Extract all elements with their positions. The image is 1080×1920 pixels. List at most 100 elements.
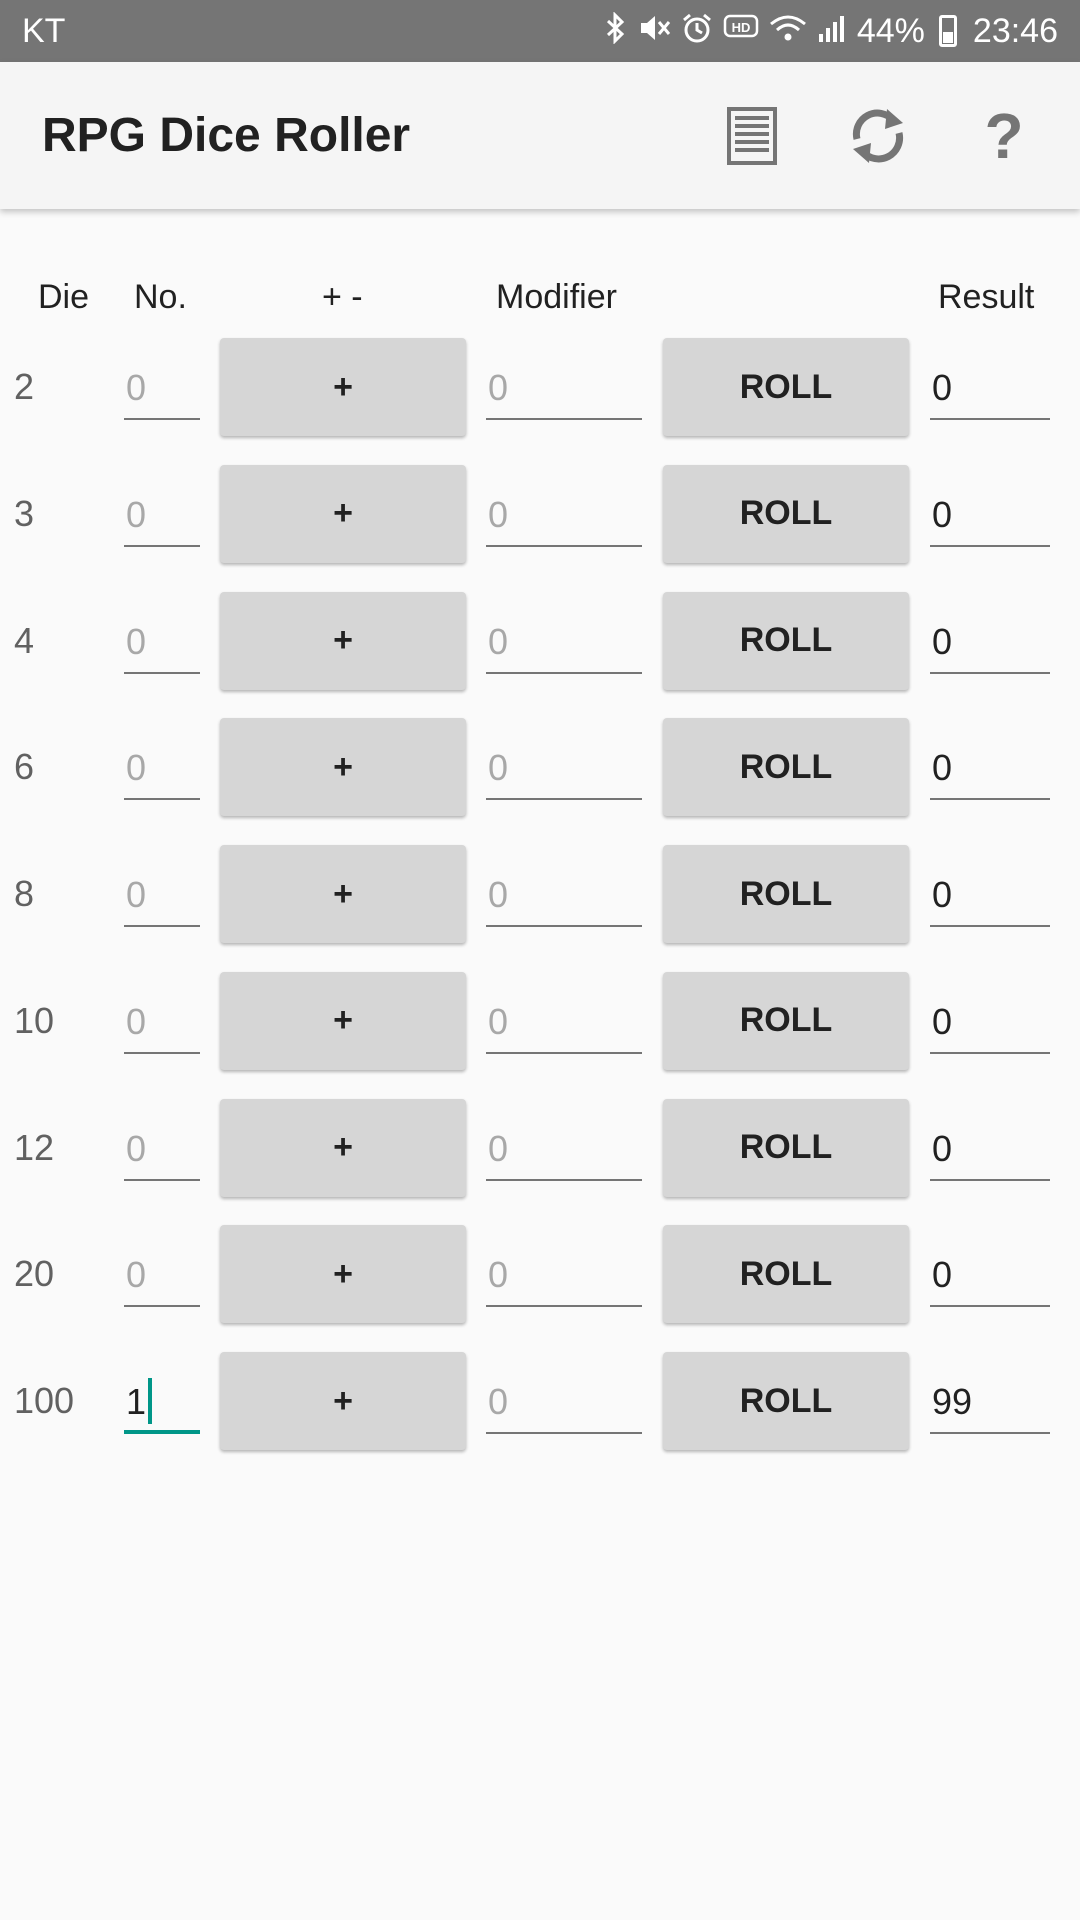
result-value: 99 xyxy=(932,1381,973,1422)
modifier-input[interactable]: 0 xyxy=(486,360,642,420)
app-bar: RPG Dice Roller ? xyxy=(0,62,1080,209)
sign-toggle-button[interactable]: + xyxy=(220,591,466,690)
dice-count-input[interactable]: 0 xyxy=(124,1121,200,1181)
dice-count-value: 1 xyxy=(126,1381,147,1422)
roll-button[interactable]: ROLL xyxy=(663,591,909,690)
modifier-hint: 0 xyxy=(488,874,509,915)
dice-count-input[interactable]: 0 xyxy=(124,360,200,420)
die-sides-label: 4 xyxy=(14,619,35,661)
dice-row: 3 0 +0 ROLL 0 xyxy=(0,464,1080,565)
svg-text:HD: HD xyxy=(731,20,750,35)
modifier-input[interactable]: 0 xyxy=(486,994,642,1054)
modifier-hint: 0 xyxy=(488,620,509,662)
dice-row: 20 0 +0 ROLL 0 xyxy=(0,1225,1080,1325)
dice-count-hint: 0 xyxy=(126,1127,147,1169)
roll-button[interactable]: ROLL xyxy=(663,1225,909,1324)
result-value: 0 xyxy=(932,747,953,789)
sign-toggle-button[interactable]: + xyxy=(220,1225,466,1324)
dice-count-hint: 0 xyxy=(126,1254,147,1296)
roll-button[interactable]: ROLL xyxy=(663,464,909,563)
roll-button[interactable]: ROLL xyxy=(663,1352,909,1450)
modifier-input[interactable]: 0 xyxy=(486,487,642,547)
die-sides-label: 8 xyxy=(14,873,35,914)
dice-count-hint: 0 xyxy=(126,367,147,408)
result-value: 0 xyxy=(932,367,953,408)
dice-count-hint: 0 xyxy=(126,1000,147,1042)
sign-toggle-button[interactable]: + xyxy=(220,971,466,1070)
reset-button[interactable] xyxy=(828,86,928,186)
dice-count-input[interactable]: 0 xyxy=(124,1247,200,1308)
clock: 23:46 xyxy=(972,11,1058,50)
dice-count-input[interactable]: 0 xyxy=(124,740,200,801)
die-sides-label: 2 xyxy=(14,366,35,407)
result-field: 99 xyxy=(930,1374,1050,1434)
dice-count-hint: 0 xyxy=(126,620,147,662)
die-sides-label: 20 xyxy=(14,1253,55,1295)
reset-icon xyxy=(852,108,904,163)
dice-count-input[interactable]: 0 xyxy=(124,994,200,1054)
roll-button[interactable]: ROLL xyxy=(663,845,909,943)
modifier-hint: 0 xyxy=(488,1381,509,1422)
header-result: Result xyxy=(938,278,1035,316)
help-icon: ? xyxy=(984,99,1024,172)
bluetooth-icon xyxy=(605,11,627,50)
carrier-label: KT xyxy=(22,11,66,50)
dice-count-input[interactable]: 0 xyxy=(124,487,200,547)
status-icons: HD 44% 23:46 xyxy=(605,11,1058,51)
column-headers: Die No. + - Modifier Result xyxy=(0,278,1080,326)
result-value: 0 xyxy=(932,1254,953,1296)
mute-icon xyxy=(637,12,671,50)
dice-count-input[interactable]: 0 xyxy=(124,614,200,674)
sign-toggle-button[interactable]: + xyxy=(220,718,466,817)
result-field: 0 xyxy=(930,740,1050,801)
hd-voice-icon: HD xyxy=(723,13,759,49)
modifier-input[interactable]: 0 xyxy=(486,614,642,674)
modifier-hint: 0 xyxy=(488,367,509,408)
history-button[interactable] xyxy=(702,86,802,186)
result-field: 0 xyxy=(930,1121,1050,1181)
modifier-hint: 0 xyxy=(488,1127,509,1169)
sign-toggle-button[interactable]: + xyxy=(220,1098,466,1197)
battery-percent: 44% xyxy=(856,11,925,50)
sign-toggle-button[interactable]: + xyxy=(220,464,466,563)
alarm-icon xyxy=(681,12,713,50)
dice-row: 10 0 +0 ROLL 0 xyxy=(0,971,1080,1072)
sign-toggle-button[interactable]: + xyxy=(220,1352,466,1450)
roll-button[interactable]: ROLL xyxy=(663,1098,909,1197)
app-title: RPG Dice Roller xyxy=(42,109,411,162)
result-value: 0 xyxy=(932,620,953,662)
dice-row: 8 0 +0 ROLL 0 xyxy=(0,845,1080,945)
modifier-input[interactable]: 0 xyxy=(486,1247,642,1308)
modifier-hint: 0 xyxy=(488,1254,509,1296)
die-sides-label: 100 xyxy=(14,1380,75,1421)
dice-row: 100 1 +0 ROLL 99 xyxy=(0,1352,1080,1452)
dice-count-input[interactable]: 0 xyxy=(124,867,200,927)
help-button[interactable]: ? xyxy=(954,86,1054,186)
roll-button[interactable]: ROLL xyxy=(663,338,909,436)
sign-toggle-button[interactable]: + xyxy=(220,338,466,436)
result-field: 0 xyxy=(930,360,1050,420)
text-cursor xyxy=(148,1378,153,1425)
roll-button[interactable]: ROLL xyxy=(663,971,909,1070)
sign-toggle-button[interactable]: + xyxy=(220,845,466,943)
modifier-input[interactable]: 0 xyxy=(486,867,642,927)
dice-row: 12 0 +0 ROLL 0 xyxy=(0,1098,1080,1199)
modifier-input[interactable]: 0 xyxy=(486,740,642,801)
wifi-icon xyxy=(769,12,807,50)
result-field: 0 xyxy=(930,994,1050,1054)
die-sides-label: 6 xyxy=(14,746,35,788)
result-value: 0 xyxy=(932,493,953,535)
header-plus-minus: + - xyxy=(322,278,363,316)
roll-button[interactable]: ROLL xyxy=(663,718,909,817)
dice-row: 6 0 +0 ROLL 0 xyxy=(0,718,1080,818)
die-sides-label: 10 xyxy=(14,999,55,1041)
dice-count-input[interactable]: 1 xyxy=(124,1374,200,1434)
die-sides-label: 3 xyxy=(14,492,35,534)
modifier-input[interactable]: 0 xyxy=(486,1374,642,1434)
result-field: 0 xyxy=(930,867,1050,927)
dice-row: 2 0 +0 ROLL 0 xyxy=(0,338,1080,438)
result-value: 0 xyxy=(932,1000,953,1042)
modifier-input[interactable]: 0 xyxy=(486,1121,642,1181)
result-field: 0 xyxy=(930,614,1050,674)
result-field: 0 xyxy=(930,487,1050,547)
